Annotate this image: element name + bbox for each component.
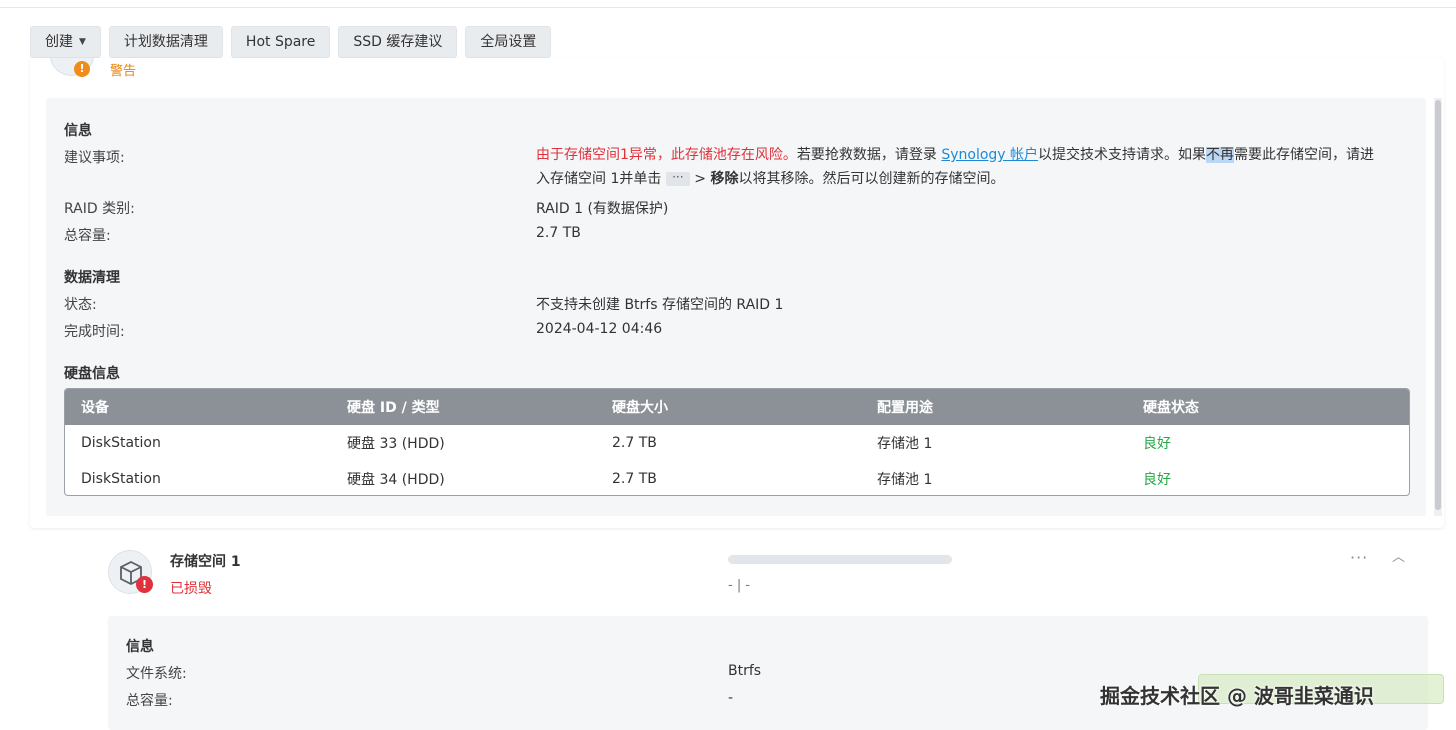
selected-text: 不再 — [1206, 147, 1235, 163]
scrub-time-value: 2024-04-12 04:46 — [536, 321, 663, 337]
column-header[interactable]: 配置用途 — [861, 397, 1127, 417]
volume-capacity-value: - — [728, 690, 734, 706]
usage-text: - | - — [728, 578, 751, 593]
table-cell: 2.7 TB — [612, 435, 657, 451]
table-row[interactable]: DiskStation 硬盘 34 (HDD) 2.7 TB 存储池 1 良好 — [65, 461, 1409, 495]
collapse-chevron-icon[interactable]: ︿ — [1392, 546, 1405, 565]
column-header[interactable]: 硬盘状态 — [1127, 397, 1407, 417]
total-capacity-value: 2.7 TB — [536, 225, 581, 241]
advice-text-part: 以提交技术支持请求。如果 — [1038, 147, 1207, 163]
advice-text-part: 入存储空间 1并单击 — [536, 171, 666, 187]
ssd-cache-advice-button[interactable]: SSD 缓存建议 — [338, 26, 458, 58]
volume-status: 已损毁 — [170, 581, 212, 597]
schedule-scrub-button[interactable]: 计划数据清理 — [108, 26, 223, 58]
filesystem-value: Btrfs — [728, 663, 762, 679]
error-icon: ! — [136, 576, 153, 593]
column-header[interactable]: 设备 — [65, 397, 331, 417]
scrub-section-title: 数据清理 — [64, 270, 120, 286]
raid-type-label: RAID 类别: — [64, 201, 135, 217]
synology-account-link[interactable]: Synology 帐户 — [941, 147, 1038, 163]
advice-text: 由于存储空间1异常，此存储池存在风险。若要抢救数据，请登录 Synology 帐… — [536, 143, 1416, 191]
caret-down-icon: ▼ — [79, 37, 86, 47]
more-icon: ··· — [665, 171, 690, 186]
table-cell: 2.7 TB — [612, 471, 657, 487]
raid-type-value: RAID 1 (有数据保护) — [536, 201, 669, 217]
remove-keyword: 移除 — [710, 171, 739, 187]
usage-progress-bar — [728, 555, 952, 564]
table-cell: 硬盘 34 (HDD) — [347, 472, 445, 488]
advice-text-part: > — [689, 171, 711, 187]
scrub-time-label: 完成时间: — [64, 324, 125, 340]
table-row[interactable]: DiskStation 硬盘 33 (HDD) 2.7 TB 存储池 1 良好 — [65, 425, 1409, 461]
toolbar: 创建 ▼ 计划数据清理 Hot Spare SSD 缓存建议 全局设置 — [30, 26, 552, 58]
scrollbar-thumb[interactable] — [1435, 100, 1441, 510]
advice-label: 建议事项: — [64, 150, 125, 166]
disk-table: 设备 硬盘 ID / 类型 硬盘大小 配置用途 硬盘状态 DiskStation… — [64, 388, 1410, 496]
create-button[interactable]: 创建 ▼ — [30, 26, 101, 58]
table-cell: 存储池 1 — [877, 436, 933, 452]
more-actions-icon[interactable]: ··· — [1350, 548, 1368, 567]
storage-pool-panel: ! 警告 信息 建议事项: 由于存储空间1异常，此存储池存在风险。若要抢救数据，… — [30, 58, 1444, 528]
table-cell: DiskStation — [81, 435, 161, 451]
table-header: 设备 硬盘 ID / 类型 硬盘大小 配置用途 硬盘状态 — [65, 389, 1409, 425]
create-button-label: 创建 — [45, 34, 73, 50]
pool-info-box: 信息 建议事项: 由于存储空间1异常，此存储池存在风险。若要抢救数据，请登录 S… — [46, 98, 1426, 516]
volume-name[interactable]: 存储空间 1 — [170, 551, 241, 571]
scrub-status-value: 不支持未创建 Btrfs 存储空间的 RAID 1 — [536, 297, 784, 313]
volume-info-title: 信息 — [126, 639, 154, 655]
table-cell: 存储池 1 — [877, 472, 933, 488]
window-top-edge — [0, 0, 1456, 8]
total-capacity-label: 总容量: — [64, 228, 111, 244]
warning-icon: ! — [74, 61, 90, 77]
hot-spare-button[interactable]: Hot Spare — [230, 26, 331, 58]
table-cell: 硬盘 33 (HDD) — [347, 436, 445, 452]
pool-status: 警告 — [110, 64, 137, 79]
advice-text-part: 需要此存储空间，请进 — [1234, 147, 1375, 163]
disk-section-title: 硬盘信息 — [64, 366, 120, 382]
global-settings-button[interactable]: 全局设置 — [465, 26, 552, 58]
scrollbar[interactable] — [1434, 98, 1442, 516]
advice-warning-text: 由于存储空间1异常，此存储池存在风险。 — [536, 147, 797, 163]
volume-info-box: 信息 文件系统: Btrfs 总容量: - — [108, 616, 1428, 730]
advice-text-part: 若要抢救数据，请登录 — [796, 147, 942, 163]
filesystem-label: 文件系统: — [126, 666, 187, 682]
volume-capacity-label: 总容量: — [126, 693, 173, 709]
advice-text-part: 以将其移除。然后可以创建新的存储空间。 — [738, 171, 1005, 187]
scrub-status-label: 状态: — [64, 297, 97, 313]
column-header[interactable]: 硬盘 ID / 类型 — [331, 397, 596, 417]
column-header[interactable]: 硬盘大小 — [596, 397, 861, 417]
watermark-text: 掘金技术社区 @ 波哥韭菜通识 — [1100, 684, 1374, 708]
disk-status: 良好 — [1143, 436, 1171, 452]
disk-status: 良好 — [1143, 472, 1171, 488]
info-section-title: 信息 — [64, 123, 92, 139]
table-cell: DiskStation — [81, 471, 161, 487]
